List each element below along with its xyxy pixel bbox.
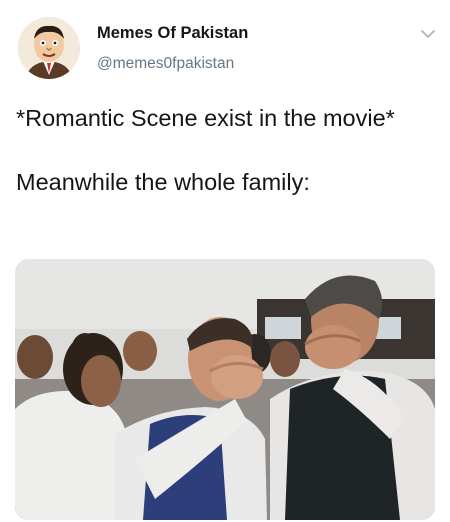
author-handle[interactable]: @memes0fpakistan (97, 55, 234, 73)
tweet-photo[interactable] (15, 259, 435, 520)
author-display-name[interactable]: Memes Of Pakistan (97, 24, 248, 43)
cartoon-man-avatar-icon (18, 17, 80, 79)
tweet-text: *Romantic Scene exist in the movie* Mean… (16, 105, 395, 195)
chevron-down-icon[interactable] (419, 25, 437, 43)
author-avatar[interactable] (18, 17, 80, 79)
tweet-card: Memes Of Pakistan @memes0fpakistan *Roma… (0, 0, 450, 522)
photo-men-covering-faces (15, 259, 435, 520)
